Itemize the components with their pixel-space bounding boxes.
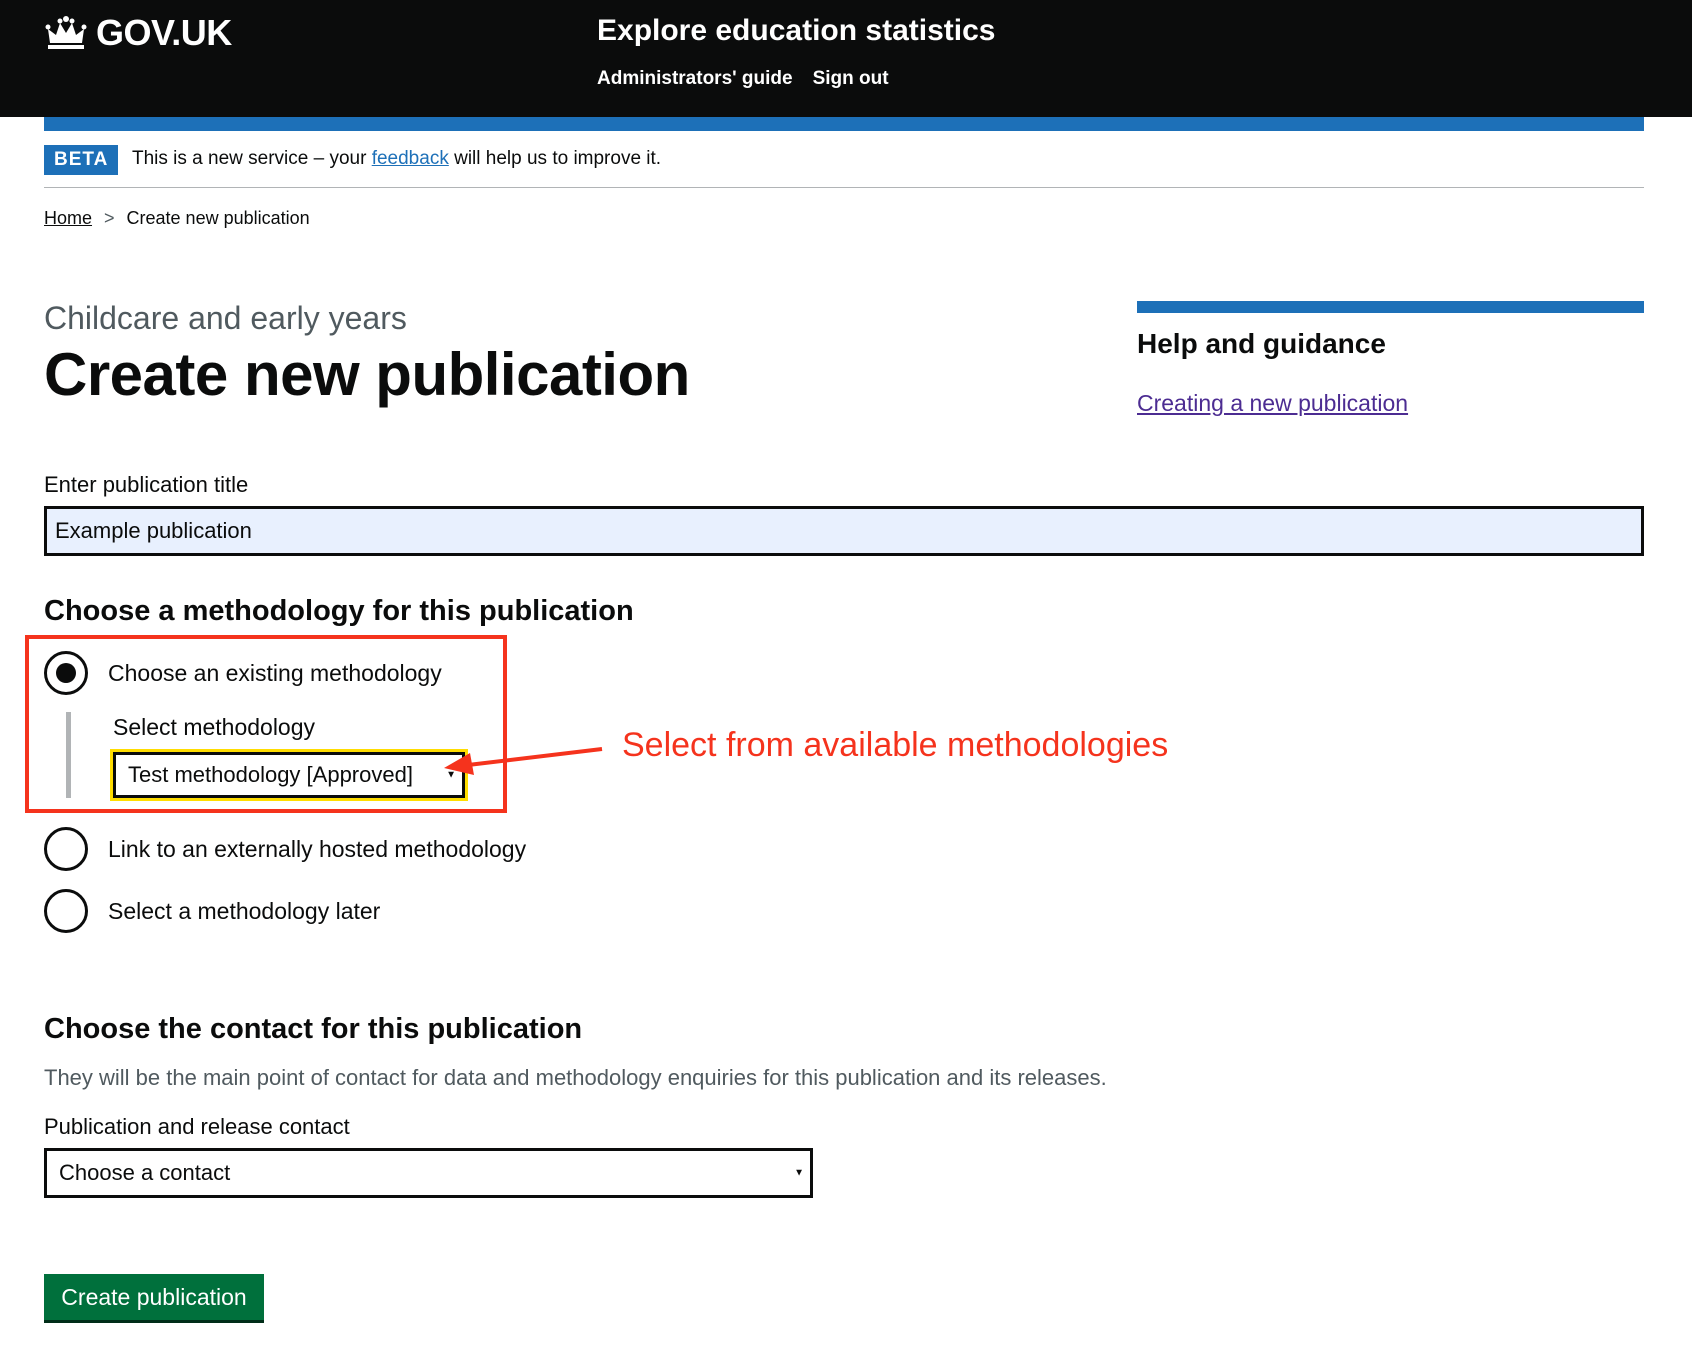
header-nav: Administrators' guide Sign out [597, 68, 889, 90]
publication-title-input[interactable] [44, 506, 1644, 556]
sidebar-accent-bar [1137, 301, 1644, 313]
radio-label: Select a methodology later [108, 897, 381, 924]
header-accent-bar [44, 117, 1644, 131]
annotation-highlight-box [25, 635, 507, 813]
methodology-heading: Choose a methodology for this publicatio… [44, 595, 634, 627]
chevron-right-icon: > [104, 208, 115, 228]
sidebar-title: Help and guidance [1137, 328, 1386, 359]
phase-text-before: This is a new service – your [132, 148, 372, 169]
breadcrumb-current: Create new publication [126, 208, 310, 228]
site-header: GOV.UK Explore education statistics Admi… [0, 0, 1692, 117]
govuk-logo[interactable]: GOV.UK [44, 12, 232, 54]
create-publication-button[interactable]: Create publication [44, 1274, 264, 1320]
crown-icon [45, 16, 87, 49]
contact-hint: They will be the main point of contact f… [44, 1065, 1107, 1090]
feedback-link[interactable]: feedback [372, 148, 449, 169]
breadcrumb-home[interactable]: Home [44, 208, 92, 229]
sidebar-guidance-link[interactable]: Creating a new publication [1137, 390, 1408, 417]
phase-text-after: will help us to improve it. [448, 148, 662, 169]
radio-button[interactable] [44, 889, 88, 933]
contact-heading: Choose the contact for this publication [44, 1013, 583, 1045]
logo-text: GOV.UK [96, 12, 232, 53]
annotation-arrow-icon [444, 747, 603, 775]
title-field-label: Enter publication title [44, 472, 249, 497]
radio-external-methodology[interactable]: Link to an externally hosted methodology [44, 827, 526, 871]
annotation-text: Select from available methodologies [622, 726, 1169, 764]
radio-button[interactable] [44, 827, 88, 871]
contact-select-value: Choose a contact [59, 1160, 231, 1185]
breadcrumb: Home > Create new publication [44, 208, 310, 229]
dropdown-arrow-icon: ▼ [794, 1167, 804, 1179]
contact-select[interactable]: Choose a contact ▼ [44, 1148, 813, 1198]
nav-admin-guide[interactable]: Administrators' guide [597, 68, 793, 90]
page-caption: Childcare and early years [44, 300, 407, 336]
nav-sign-out[interactable]: Sign out [813, 68, 889, 90]
radio-label: Link to an externally hosted methodology [108, 835, 527, 862]
phase-banner: BETA This is a new service – your feedba… [44, 131, 1644, 188]
radio-methodology-later[interactable]: Select a methodology later [44, 889, 380, 933]
contact-field-label: Publication and release contact [44, 1114, 350, 1139]
page-title: Create new publication [44, 341, 690, 408]
phase-banner-text: This is a new service – your feedback wi… [132, 148, 661, 170]
beta-tag: BETA [44, 145, 119, 175]
service-name[interactable]: Explore education statistics [597, 14, 995, 48]
